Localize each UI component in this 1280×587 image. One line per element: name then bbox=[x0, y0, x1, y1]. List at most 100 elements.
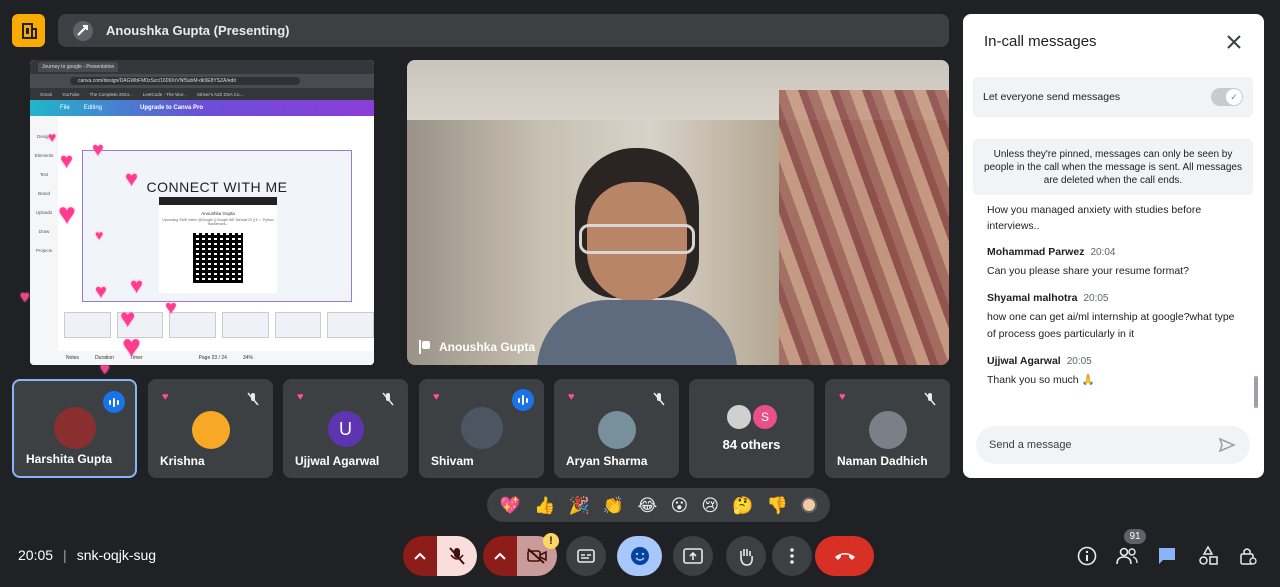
close-icon[interactable] bbox=[1224, 32, 1244, 52]
heart-reaction-icon: ♥ bbox=[122, 328, 141, 364]
canva-side-item: Brand bbox=[37, 191, 50, 196]
shapes-icon bbox=[1199, 546, 1218, 565]
people-count-badge: 91 bbox=[1124, 529, 1146, 544]
heart-react-icon: ♥ bbox=[568, 391, 575, 403]
participant-name: Harshita Gupta bbox=[26, 452, 113, 466]
chat-time: 20:04 bbox=[1090, 247, 1116, 258]
message-input[interactable]: Send a message bbox=[976, 426, 1250, 464]
more-options-button[interactable] bbox=[772, 536, 812, 576]
heart-reaction-icon: ♥ bbox=[20, 289, 30, 306]
heart-reaction-icon: ♥ bbox=[165, 297, 177, 319]
skin-tone-selector[interactable] bbox=[801, 497, 818, 513]
reaction-thumbs-up[interactable]: 👍 bbox=[534, 497, 555, 514]
shared-screen[interactable]: Journey to google - Presentation canva.c… bbox=[30, 60, 374, 365]
message-placeholder: Send a message bbox=[989, 439, 1072, 451]
reaction-thumbs-down[interactable]: 👎 bbox=[767, 497, 788, 514]
chat-message-body: Thank you so much 🙏 bbox=[987, 374, 1095, 386]
footer-page: Page 23 / 24 bbox=[198, 355, 227, 361]
send-permission-toggle[interactable]: ✓ bbox=[1211, 88, 1243, 106]
chat-button[interactable] bbox=[1156, 545, 1178, 567]
audio-options-button[interactable] bbox=[403, 536, 437, 576]
participant-tile[interactable]: ♥ Aryan Sharma bbox=[554, 379, 679, 478]
footer-zoom: 34% bbox=[242, 355, 253, 361]
participant-name: Shivam bbox=[431, 454, 474, 468]
chat-scrollbar[interactable] bbox=[1254, 376, 1258, 408]
browser-url: canva.com/design/DAGWbFM0zSzc/1609XrVNfS… bbox=[70, 77, 300, 85]
slide-canvas: CONNECT WITH ME Anoushka Gupta Upcoming … bbox=[82, 150, 352, 302]
main-video-tile[interactable]: Anoushka Gupta bbox=[407, 60, 949, 365]
reactions-button[interactable] bbox=[617, 536, 662, 576]
heart-react-icon: ♥ bbox=[839, 391, 846, 403]
logo-button[interactable] bbox=[12, 14, 45, 47]
canva-file: File bbox=[60, 105, 70, 111]
captions-button[interactable] bbox=[566, 536, 606, 576]
participant-name: Naman Dadhich bbox=[837, 454, 928, 468]
hand-icon bbox=[740, 549, 753, 566]
host-controls-button[interactable] bbox=[1237, 545, 1259, 567]
send-icon[interactable] bbox=[1218, 436, 1236, 457]
avatar bbox=[597, 411, 636, 449]
present-button[interactable] bbox=[673, 536, 713, 576]
building-icon bbox=[21, 22, 37, 39]
participant-tile[interactable]: ♥ U Ujjwal Agarwal bbox=[283, 379, 408, 478]
others-count: 84 others bbox=[722, 437, 781, 452]
participant-name: Krishna bbox=[160, 454, 205, 468]
main-video-label: Anoushka Gupta bbox=[439, 340, 536, 354]
activities-button[interactable] bbox=[1197, 545, 1219, 567]
mic-button[interactable] bbox=[437, 536, 477, 576]
lock-person-icon bbox=[1240, 548, 1257, 565]
chevron-up-icon bbox=[414, 552, 426, 560]
presenting-pin-icon bbox=[419, 340, 430, 354]
browser-tab: Journey to google - Presentation bbox=[38, 62, 118, 72]
heart-reaction-icon: ♥ bbox=[100, 361, 110, 378]
video-options-button[interactable] bbox=[483, 536, 517, 576]
reaction-thinking[interactable]: 🤔 bbox=[732, 497, 753, 514]
slide-thumb bbox=[222, 312, 269, 338]
curtain bbox=[779, 90, 949, 365]
participant-tile[interactable]: ♥ Shivam bbox=[419, 379, 544, 478]
mic-off-icon bbox=[243, 389, 263, 409]
presenting-bar[interactable]: Anoushka Gupta (Presenting) bbox=[58, 14, 949, 47]
canva-editing: Editing bbox=[83, 105, 103, 111]
participant-tile[interactable]: Harshita Gupta bbox=[12, 379, 137, 478]
avatar: S bbox=[753, 405, 777, 429]
leave-call-button[interactable] bbox=[815, 536, 874, 576]
slide-thumb bbox=[64, 312, 111, 338]
canva-upgrade: Upgrade to Canva Pro bbox=[140, 105, 204, 111]
browser-url-bar: canva.com/design/DAGWbFM0zSzc/1609XrVNfS… bbox=[30, 74, 374, 88]
glasses bbox=[579, 224, 695, 254]
slide-thumbnails bbox=[60, 312, 374, 342]
participant-tile[interactable]: ♥ Naman Dadhich bbox=[825, 379, 950, 478]
reaction-party[interactable]: 🎉 bbox=[568, 497, 589, 514]
reaction-laugh[interactable]: 😂 bbox=[637, 497, 657, 514]
info-icon bbox=[1077, 546, 1097, 566]
reaction-sparkling-heart[interactable]: 💖 bbox=[500, 497, 521, 514]
chat-message-body: Can you please share your resume format? bbox=[987, 265, 1189, 277]
bookmark: LeetCode - The Wor... bbox=[142, 91, 187, 97]
meeting-info: 20:05 | snk-oqjk-sug bbox=[18, 547, 156, 563]
call-end-icon bbox=[834, 553, 855, 560]
avatar: U bbox=[327, 411, 364, 447]
reaction-surprised[interactable]: 😮 bbox=[670, 497, 688, 514]
slide-card-name: Anoushka Gupta bbox=[201, 211, 235, 216]
mic-off-icon bbox=[378, 389, 398, 409]
bookmark: Gmail bbox=[40, 91, 52, 97]
presenting-label: Anoushka Gupta (Presenting) bbox=[106, 23, 290, 38]
canva-side-item: Elements bbox=[34, 153, 54, 158]
heart-reaction-icon: ♥ bbox=[95, 227, 104, 243]
mic-off-icon bbox=[920, 389, 940, 409]
toggle-label: Let everyone send messages bbox=[983, 91, 1121, 103]
slide-thumb bbox=[327, 312, 374, 338]
participant-tile[interactable]: ♥ Krishna bbox=[148, 379, 273, 478]
people-button[interactable] bbox=[1116, 545, 1138, 567]
chat-time: 20:05 bbox=[1066, 356, 1092, 367]
raise-hand-button[interactable] bbox=[726, 536, 766, 576]
reaction-clap[interactable]: 👏 bbox=[603, 497, 624, 514]
reaction-sad[interactable]: 😢 bbox=[701, 497, 719, 514]
meeting-details-button[interactable] bbox=[1076, 545, 1098, 567]
footer-notes: Notes bbox=[66, 355, 80, 361]
heart-react-icon: ♥ bbox=[297, 391, 304, 403]
canva-side-item: Projects bbox=[35, 248, 53, 253]
others-tile[interactable]: S 84 others bbox=[689, 379, 814, 478]
speaking-indicator-icon bbox=[512, 389, 534, 411]
